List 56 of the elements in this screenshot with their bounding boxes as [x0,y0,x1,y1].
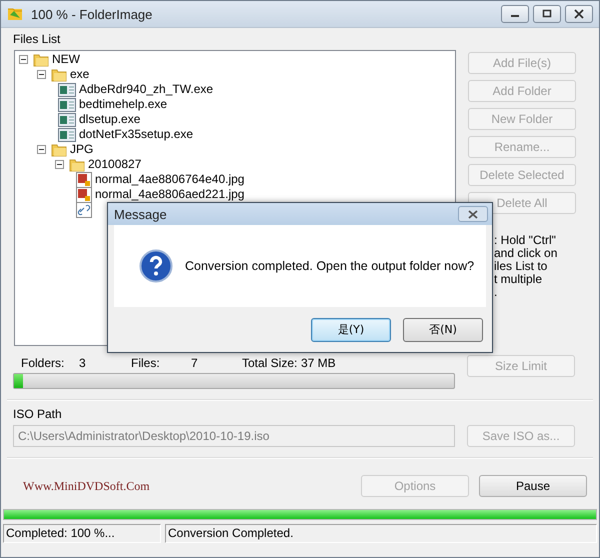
tree-item[interactable]: bedtimehelp.exe [79,98,168,111]
window-icon [58,98,76,112]
folder-icon [69,156,85,172]
dialog-title: Message [114,206,167,222]
stat-label: Total Size: [242,356,298,370]
image-file-icon [76,186,92,202]
window-title: 100 % - FolderImage [31,6,154,22]
folder-icon [51,142,67,158]
tree-item[interactable]: NEW [52,53,80,66]
folder-icon [33,52,49,68]
minimize-button[interactable] [501,5,529,23]
toggle-icon[interactable] [55,160,64,169]
dialog-button[interactable]: 否(N) [403,318,483,342]
tree-item[interactable]: normal_4ae8806aed221.jpg [95,188,244,201]
website-link[interactable]: Www.MiniDVDSoft.Com [23,478,150,494]
stat-label: Files: [131,356,161,370]
files-list-label: Files List [13,32,60,46]
footer-button[interactable]: Pause [479,475,587,497]
tree-item[interactable]: JPG [70,143,94,156]
question-icon [139,249,173,283]
folder-icon [51,66,67,82]
hint-text: t multiple [494,273,544,286]
close-button[interactable] [565,5,593,23]
window-icon [58,82,76,96]
tree-item[interactable]: exe [70,68,90,81]
stat-value: 3 [79,356,87,370]
tree-item[interactable]: normal_4ae8806764e40.jpg [95,173,244,186]
image-file-icon [76,172,92,188]
toggle-icon[interactable] [19,55,28,64]
tree-item[interactable]: 20100827 [88,158,142,171]
maximize-icon [542,9,552,19]
hint-text: and click on [494,247,558,260]
toggle-icon[interactable] [37,145,46,154]
tree-item[interactable]: dlsetup.exe [79,113,140,126]
dialog-message: Conversion completed. Open the output folder now? [185,259,474,273]
status-text: Conversion Completed. [165,524,597,543]
hint-text: iles List to [494,260,548,273]
link-file-icon [76,202,92,218]
tree-item[interactable]: AdbeRdr940_zh_TW.exe [79,83,214,96]
close-button[interactable] [458,206,488,222]
close-icon [468,210,478,218]
folder-icon [7,6,23,22]
close-icon [574,9,584,19]
stat-value: 7 [191,356,199,370]
stat-label: Folders: [21,356,66,370]
hint-text: . [494,286,498,299]
hint-text: : Hold "Ctrl" [494,234,557,247]
iso-path-label: ISO Path [13,407,62,421]
maximize-button[interactable] [533,5,561,23]
window-icon [58,112,76,126]
window-icon [58,128,76,142]
dialog-button[interactable]: 是(Y) [311,318,391,342]
tree-item[interactable]: dotNetFx35setup.exe [79,128,194,141]
toggle-icon[interactable] [37,70,46,79]
status-text: Completed: 100 %... [3,524,161,543]
stat-value: 37 MB [301,356,336,370]
